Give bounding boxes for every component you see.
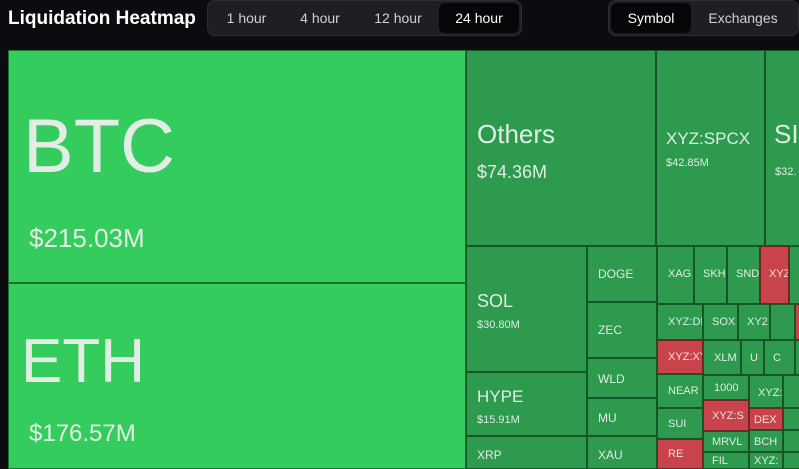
tile-u[interactable]: U (741, 340, 764, 375)
tile-partial-3[interactable] (770, 304, 795, 340)
timeframe-4h-button[interactable]: 4 hour (283, 3, 357, 33)
tile-symbol: SKH (703, 268, 726, 280)
tile-value: $32. (775, 166, 797, 178)
view-exchanges-button[interactable]: Exchanges (691, 3, 795, 33)
tile-symbol: Others (477, 119, 556, 149)
tile-skh[interactable]: SKH (694, 246, 727, 304)
tile-value: $215.03M (29, 223, 145, 253)
tile-symbol: RE (668, 448, 684, 460)
tile-partial-4[interactable] (795, 304, 799, 340)
tile-symbol: 1000 (714, 382, 739, 394)
tile-eth[interactable]: ETH $176.57M (8, 283, 466, 469)
tile-value: $74.36M (477, 162, 548, 182)
view-symbol-button[interactable]: Symbol (611, 3, 691, 33)
tile-xlm[interactable]: XLM (703, 340, 741, 375)
tile-doge[interactable]: DOGE (587, 246, 657, 302)
tile-symbol: XYZ:XY (668, 351, 702, 363)
tile-symbol: XAU (598, 448, 623, 462)
tile-hype[interactable]: HYPE $15.91M (466, 372, 587, 436)
tile-others[interactable]: Others $74.36M (466, 50, 656, 246)
tile-re[interactable]: RE (657, 439, 703, 469)
tile-xyz-d[interactable]: XYZ: (749, 452, 783, 469)
tile-partial-9[interactable] (783, 452, 799, 469)
tile-symbol: ETH (21, 327, 145, 396)
tile-symbol: XYZ (769, 268, 789, 280)
tile-xrp[interactable]: XRP (466, 436, 587, 469)
tile-symbol: SND (736, 268, 760, 280)
tile-xyz-di[interactable]: XYZ:DI (657, 304, 703, 340)
tile-symbol: HYPE (477, 387, 524, 406)
tile-value: $42.85M (666, 157, 709, 169)
tile-symbol: MRVL (712, 436, 743, 448)
tile-symbol: SUI (668, 418, 687, 430)
tile-symbol: WLD (598, 372, 625, 386)
tile-fil[interactable]: FIL (703, 452, 749, 469)
tile-c[interactable]: C (764, 340, 795, 375)
tile-symbol: NEAR (668, 385, 699, 397)
tile-zec[interactable]: ZEC (587, 302, 657, 358)
tile-symbol: XRP (477, 448, 502, 462)
page-title: Liquidation Heatmap (8, 8, 196, 29)
tile-symbol: XYZ: (754, 455, 779, 467)
timeframe-24h-button[interactable]: 24 hour (439, 3, 519, 33)
tile-near[interactable]: NEAR (657, 374, 703, 408)
tile-symbol: DOGE (598, 267, 634, 281)
tile-partial-8[interactable] (783, 430, 799, 452)
tile-value: $30.80M (477, 319, 520, 331)
tile-xau[interactable]: XAU (587, 436, 657, 469)
tile-xyz-spcx[interactable]: XYZ:SPCX $42.85M (656, 50, 765, 246)
tile-symbol: SI (774, 119, 799, 149)
tile-symbol: XLM (714, 352, 737, 364)
tile-btc[interactable]: BTC $215.03M (8, 50, 466, 283)
tile-xyz-s[interactable]: XYZ:S (703, 400, 749, 431)
liquidation-heatmap: BTC $215.03M ETH $176.57M Others $74.36M… (8, 50, 799, 469)
tile-1000[interactable]: 1000 (703, 375, 749, 400)
view-selector: Symbol Exchanges (608, 0, 799, 36)
tile-xyz-1[interactable]: XYZ (760, 246, 789, 304)
timeframe-1h-button[interactable]: 1 hour (210, 3, 283, 33)
tile-xyz-xy[interactable]: XYZ:XY (657, 340, 703, 374)
tile-partial-1[interactable]: SI $32. (765, 50, 799, 246)
tile-sox[interactable]: SOX (703, 304, 738, 340)
tile-xy2[interactable]: XY2 (738, 304, 770, 340)
tile-xyz-c[interactable]: XYZ: (749, 375, 783, 408)
tile-symbol: DEX (754, 414, 777, 426)
tile-symbol: XYZ:DI (668, 316, 703, 328)
tile-symbol: XYZ:S (712, 410, 744, 422)
tile-partial-5[interactable] (795, 340, 799, 375)
tile-snd[interactable]: SND (727, 246, 760, 304)
tile-partial-2[interactable] (789, 246, 799, 304)
tile-value: $15.91M (477, 414, 520, 426)
timeframe-selector: 1 hour 4 hour 12 hour 24 hour (207, 0, 522, 36)
tile-symbol: BCH (754, 436, 778, 448)
tile-symbol: C (773, 352, 781, 364)
tile-symbol: XYZ:SPCX (666, 129, 751, 148)
tile-partial-7[interactable] (783, 408, 799, 430)
tile-symbol: XYZ: (758, 387, 783, 399)
tile-sol[interactable]: SOL $30.80M (466, 246, 587, 372)
tile-symbol: U (750, 352, 758, 364)
tile-symbol: BTC (23, 104, 175, 189)
tile-symbol: SOL (477, 291, 514, 311)
tile-symbol: XY2 (747, 316, 768, 328)
tile-value: $176.57M (29, 420, 136, 447)
tile-symbol: MU (598, 411, 617, 425)
tile-symbol: FIL (712, 455, 728, 467)
tile-sui[interactable]: SUI (657, 408, 703, 439)
tile-symbol: SOX (712, 316, 736, 328)
tile-dex[interactable]: DEX (749, 408, 783, 430)
timeframe-12h-button[interactable]: 12 hour (357, 3, 439, 33)
tile-mrvl[interactable]: MRVL (703, 431, 749, 452)
tile-xag[interactable]: XAG (657, 246, 694, 304)
tile-symbol: ZEC (598, 323, 622, 337)
tile-bch[interactable]: BCH (749, 430, 783, 452)
tile-mu[interactable]: MU (587, 398, 657, 436)
tile-partial-6[interactable] (783, 375, 799, 408)
tile-symbol: XAG (668, 268, 692, 280)
tile-wld[interactable]: WLD (587, 358, 657, 398)
